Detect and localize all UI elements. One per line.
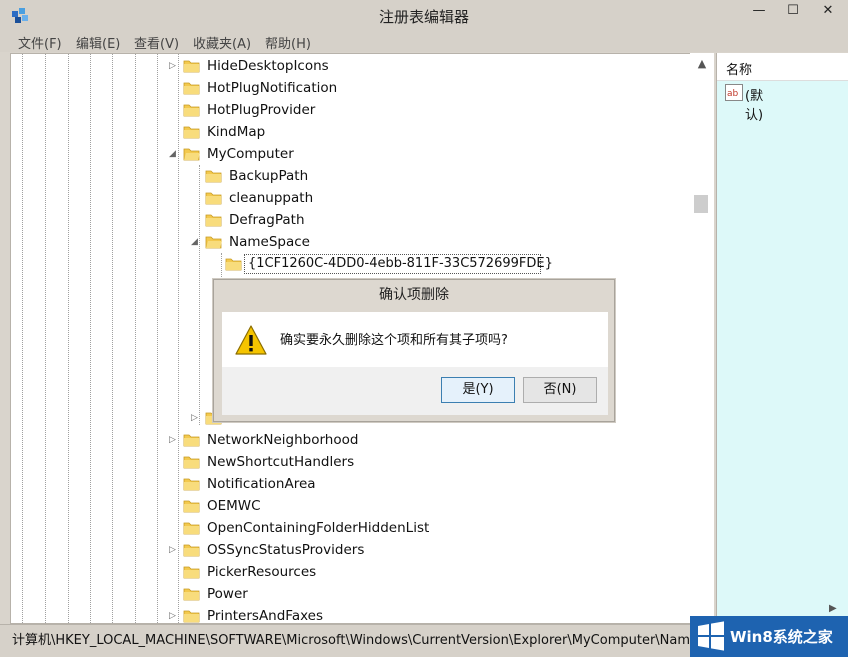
title-bar: 注册表编辑器 — ☐ ✕ <box>0 0 848 30</box>
menu-help[interactable]: 帮助(H) <box>265 33 311 52</box>
tree-item-label: PickerResources <box>207 564 317 580</box>
tree-item-label: BackupPath <box>229 168 309 184</box>
minimize-button[interactable]: — <box>742 0 776 24</box>
scroll-up-arrow-icon[interactable]: ▲ <box>690 57 714 70</box>
tree-item-label: HotPlugProvider <box>207 102 316 118</box>
collapse-arrow-icon[interactable]: ◢ <box>191 231 201 253</box>
folder-icon <box>183 434 200 447</box>
dialog-title: 确认项删除 <box>379 287 449 303</box>
menu-bar: 文件(F) 编辑(E) 查看(V) 收藏夹(A) 帮助(H) <box>0 30 848 52</box>
tree-item-label: NewShortcutHandlers <box>207 454 355 470</box>
collapse-arrow-icon[interactable]: ◢ <box>169 143 179 165</box>
svg-text:ab: ab <box>727 89 739 99</box>
folder-icon <box>183 610 200 623</box>
tree-item-label: HotPlugNotification <box>207 80 338 96</box>
tree-guide-line <box>90 54 91 623</box>
folder-icon <box>205 192 222 205</box>
expand-arrow-icon[interactable]: ▷ <box>169 429 179 451</box>
scroll-right-arrow-icon[interactable]: ▶ <box>829 603 837 614</box>
tree-item-label: OEMWC <box>207 498 261 514</box>
confirm-delete-dialog: 确认项删除 确实要永久删除这个项和所有其子项吗? 是(Y) 否(N) <box>213 279 615 422</box>
folder-icon <box>183 566 200 579</box>
folder-icon <box>205 214 222 227</box>
expand-arrow-icon[interactable]: ▷ <box>169 605 179 623</box>
column-header-label: 名称 <box>726 63 753 78</box>
folder-icon <box>183 126 200 139</box>
folder-icon <box>183 60 200 73</box>
tree-scrollbar[interactable]: ▲ <box>690 53 714 624</box>
menu-view[interactable]: 查看(V) <box>134 33 179 52</box>
tree-guide-line <box>45 54 46 623</box>
folder-open-icon <box>183 148 200 161</box>
column-header-name[interactable]: 名称 <box>717 53 848 81</box>
tree-guide-line <box>68 54 69 623</box>
tree-item-label: NameSpace <box>229 234 310 250</box>
tree-item-label: OSSyncStatusProviders <box>207 542 365 558</box>
tree-item-label: NetworkNeighborhood <box>207 432 359 448</box>
tree-item-label: Power <box>207 586 248 602</box>
dialog-footer: 是(Y) 否(N) <box>222 367 608 415</box>
tree-guide-line <box>199 165 200 425</box>
watermark-text: Win8系统之家 <box>730 628 833 646</box>
tree-item-label: MyComputer <box>207 146 294 162</box>
windows-logo-icon <box>698 621 724 651</box>
yes-button[interactable]: 是(Y) <box>441 377 515 403</box>
menu-favorites[interactable]: 收藏夹(A) <box>193 33 251 52</box>
warning-icon <box>235 325 267 355</box>
tree-item-label: HideDesktopIcons <box>207 58 329 74</box>
values-pane[interactable]: 名称 ab (默认) ▶ <box>716 53 848 624</box>
tree-item-label: KindMap <box>207 124 266 140</box>
folder-icon <box>183 456 200 469</box>
dialog-message: 确实要永久删除这个项和所有其子项吗? <box>280 333 508 348</box>
tree-item-label: PrintersAndFaxes <box>207 608 324 624</box>
expand-arrow-icon[interactable]: ▷ <box>191 407 201 429</box>
folder-icon <box>183 522 200 535</box>
tree-guide-line <box>112 54 113 623</box>
folder-icon <box>183 478 200 491</box>
maximize-button[interactable]: ☐ <box>776 0 810 24</box>
folder-icon <box>183 104 200 117</box>
folder-icon <box>183 588 200 601</box>
menu-file[interactable]: 文件(F) <box>18 33 62 52</box>
tree-item-label: cleanuppath <box>229 190 314 206</box>
expand-arrow-icon[interactable]: ▷ <box>169 55 179 77</box>
tree-guide-line <box>135 54 136 623</box>
folder-icon <box>205 170 222 183</box>
folder-open-icon <box>205 236 222 249</box>
tree-item-label: {1CF1260C-4DD0-4ebb-811F-33C572699FDE} <box>248 256 553 271</box>
tree-item-label: NotificationArea <box>207 476 316 492</box>
no-button[interactable]: 否(N) <box>523 377 597 403</box>
folder-icon <box>183 500 200 513</box>
scroll-thumb[interactable] <box>694 195 708 213</box>
folder-icon <box>183 544 200 557</box>
menu-edit[interactable]: 编辑(E) <box>76 33 120 52</box>
close-button[interactable]: ✕ <box>808 0 848 24</box>
tree-guide-line <box>157 54 158 623</box>
tree-guide-line <box>22 54 23 623</box>
expand-arrow-icon[interactable]: ▷ <box>169 539 179 561</box>
window-title: 注册表编辑器 <box>378 8 469 26</box>
tree-item-label: OpenContainingFolderHiddenList <box>207 520 430 536</box>
dialog-body: 确实要永久删除这个项和所有其子项吗? <box>222 312 608 367</box>
registry-path: 计算机\HKEY_LOCAL_MACHINE\SOFTWARE\Microsof… <box>12 633 692 648</box>
tree-item-label: DefragPath <box>229 212 305 228</box>
value-name: (默认) <box>745 89 764 123</box>
watermark: Win8系统之家 <box>690 616 848 657</box>
folder-icon <box>183 82 200 95</box>
folder-icon <box>225 258 242 271</box>
string-value-icon: ab <box>725 84 743 101</box>
